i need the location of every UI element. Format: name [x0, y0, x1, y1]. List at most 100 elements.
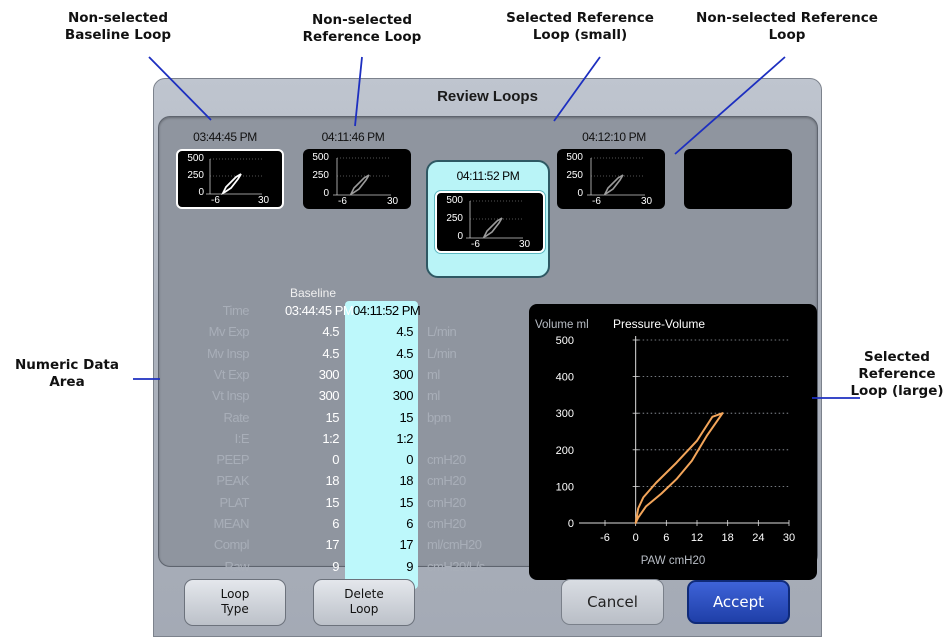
selected-thumbnail-frame[interactable]: 04:11:52 PM 500 250 0 -6 30: [426, 160, 550, 278]
baseline-value: 17: [325, 537, 340, 552]
y-tick-label: 200: [556, 445, 574, 457]
thumb-y-tick: 250: [187, 170, 204, 181]
row-label: Raw: [224, 559, 249, 574]
baseline-header: Baseline: [290, 286, 337, 300]
accept-button[interactable]: Accept: [687, 580, 790, 624]
callout-text: Selected: [864, 349, 930, 365]
thumb-y-tick: 500: [187, 153, 204, 164]
baseline-value: 9: [332, 559, 339, 574]
selected-reference-loop-large: 0 100 200 300 400 500 -6 0 6 12 18 24 30 Volume ml Pre…: [529, 304, 817, 580]
chart-title: Pressure-Volume: [613, 317, 705, 331]
selected-value: 18: [399, 473, 414, 488]
x-tick-label: -6: [600, 532, 610, 544]
unit-label: cmH20: [427, 495, 466, 510]
delete-loop-button[interactable]: Delete Loop: [313, 579, 415, 626]
x-axis-label: PAW cmH20: [641, 555, 706, 567]
baseline-value: 03:44:45 PM: [285, 303, 354, 318]
unit-label: cmH20/L/s: [427, 559, 485, 574]
callout-text: Loop (small): [532, 27, 628, 43]
x-tick-label: 30: [783, 532, 795, 544]
loop-type-button[interactable]: Loop Type: [184, 579, 286, 626]
baseline-value: 4.5: [322, 324, 339, 339]
callout-text: Reference: [858, 366, 936, 382]
review-panel: 03:44:45 PM 500 250 0 -6 30 04:11:46 PM: [158, 116, 818, 589]
thumb-y-tick: 500: [566, 152, 583, 163]
x-tick-label: 24: [752, 532, 764, 544]
row-label: Mv Exp: [208, 324, 250, 339]
unit-label: cmH20: [427, 452, 466, 467]
thumbnail-selected-reference-loop[interactable]: 500 250 0 -6 30: [435, 191, 545, 253]
callout-baseline-loop: Non-selected Baseline Loop: [48, 10, 188, 44]
callout-text: Non-selected: [311, 12, 413, 28]
selected-value: 4.5: [396, 346, 413, 361]
unit-label: L/min: [427, 346, 457, 361]
cancel-button[interactable]: Cancel: [561, 579, 664, 625]
baseline-value: 15: [325, 410, 340, 425]
thumbnail-reference-loop-2[interactable]: 500 250 0 -6 30: [557, 149, 665, 209]
thumb-y-tick: 250: [446, 213, 463, 224]
thumb-y-tick: 0: [577, 188, 583, 199]
unit-label: ml/cmH20: [427, 537, 482, 552]
thumb-y-tick: 0: [198, 187, 204, 198]
baseline-value: 300: [318, 367, 340, 382]
thumb-time: 03:44:45 PM: [193, 130, 257, 144]
review-loops-window: Review Loops 03:44:45 PM 500 250 0 -6 30…: [153, 78, 822, 637]
row-label: Mv Insp: [206, 346, 250, 361]
unit-label: ml: [427, 388, 440, 403]
callout-text: Area: [49, 374, 85, 390]
selected-value: 1:2: [396, 431, 413, 446]
button-label: Loop: [220, 587, 250, 601]
x-tick-label: 18: [722, 532, 734, 544]
thumb-y-tick: 0: [457, 231, 463, 242]
callout-text: Numeric Data: [15, 357, 119, 373]
thumb-x-tick: -6: [211, 195, 220, 206]
row-label: MEAN: [213, 516, 249, 531]
callout-reference-loop: Non-selected Reference Loop: [292, 12, 432, 46]
baseline-value: 1:2: [322, 431, 339, 446]
unit-label: bpm: [427, 410, 451, 425]
y-tick-label: 100: [556, 481, 574, 493]
selected-value: 0: [406, 452, 413, 467]
row-label: Vt Insp: [212, 388, 249, 403]
callout-text: Baseline Loop: [64, 27, 172, 43]
row-label: Vt Exp: [213, 367, 250, 382]
unit-label: L/min: [427, 324, 457, 339]
callout-selected-large: Selected Reference Loop (large): [844, 349, 950, 400]
row-label: Time: [222, 303, 250, 318]
unit-label: ml: [427, 367, 440, 382]
thumb-x-tick: -6: [338, 196, 347, 207]
thumbnail-baseline-loop[interactable]: 500 250 0 -6 30: [176, 149, 284, 209]
x-tick-label: 12: [691, 532, 703, 544]
callout-reference-loop-2: Non-selected Reference Loop: [687, 10, 887, 44]
row-label: I:E: [234, 431, 250, 446]
baseline-value: 4.5: [322, 346, 339, 361]
thumb-x-tick: 30: [519, 239, 531, 250]
thumb-x-tick: 30: [641, 196, 653, 207]
thumb-time: 04:11:52 PM: [456, 169, 520, 183]
thumb-x-tick: -6: [592, 196, 601, 207]
thumbnail-empty-slot[interactable]: [684, 149, 792, 209]
callout-text: Non-selected Reference: [696, 10, 878, 26]
x-tick-label: 0: [633, 532, 639, 544]
unit-label: cmH20: [427, 516, 466, 531]
selected-value: 9: [406, 559, 413, 574]
y-axis-label: Volume ml: [535, 319, 589, 331]
selected-value: 6: [406, 516, 413, 531]
baseline-value: 18: [325, 473, 340, 488]
baseline-value: 0: [332, 452, 339, 467]
selected-value: 15: [399, 410, 414, 425]
selected-value: 17: [399, 537, 414, 552]
thumbnail-reference-loop[interactable]: 500 250 0 -6 30: [303, 149, 411, 209]
button-label: Loop: [349, 602, 379, 616]
pressure-volume-chart: 0 100 200 300 400 500 -6 0 6 12 18 24 30 Volume ml Pre…: [535, 317, 795, 567]
baseline-value: 15: [325, 495, 340, 510]
callout-text: Selected Reference: [506, 10, 654, 26]
callout-selected-small: Selected Reference Loop (small): [505, 10, 655, 44]
row-label: PEEP: [216, 452, 249, 467]
thumb-y-tick: 0: [323, 188, 329, 199]
selected-value: 4.5: [396, 324, 413, 339]
y-tick-label: 500: [556, 335, 574, 347]
row-label: PLAT: [219, 495, 249, 510]
callout-text: Loop: [768, 27, 806, 43]
pressure-volume-loop: [634, 412, 724, 524]
